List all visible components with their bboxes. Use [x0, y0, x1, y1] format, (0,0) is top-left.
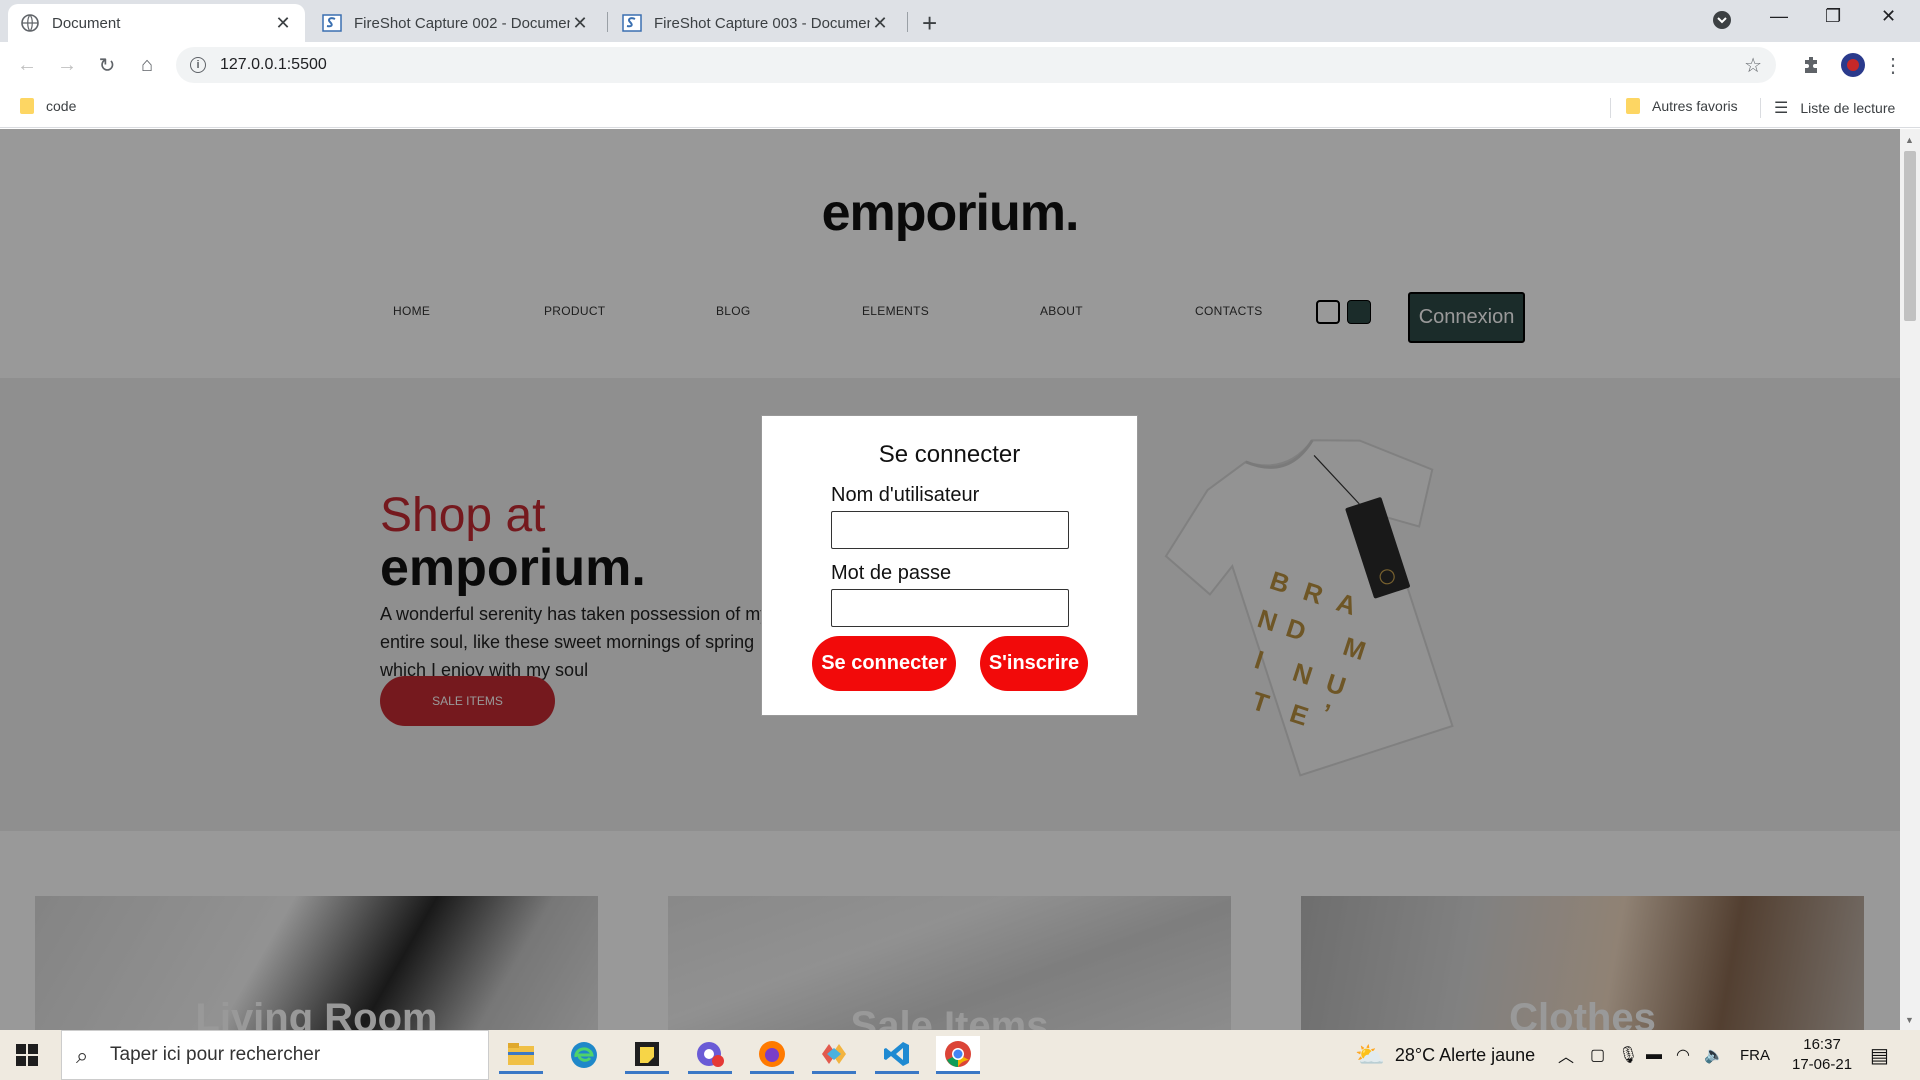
- taskbar-search-placeholder: Taper ici pour rechercher: [110, 1044, 321, 1065]
- language-indicator[interactable]: FRA: [1740, 1030, 1770, 1080]
- browser-tab-bar: Document ✕ FireShot Capture 002 - Docume…: [0, 0, 1920, 42]
- page-scrollbar[interactable]: ▲ ▼: [1900, 129, 1920, 1030]
- bookmark-label: Liste de lecture: [1800, 100, 1896, 116]
- bookmark-divider: [1760, 98, 1761, 118]
- page-viewport: emporium. HOME PRODUCT BLOG ELEMENTS ABO…: [0, 129, 1900, 1030]
- url-text: 127.0.0.1:5500: [220, 56, 327, 73]
- menu-kebab-icon[interactable]: ⋮: [1878, 50, 1908, 80]
- tab-separator: [607, 12, 608, 32]
- sticky-notes-icon[interactable]: [625, 1036, 669, 1074]
- meet-now-icon[interactable]: ▢: [1590, 1030, 1605, 1080]
- address-bar[interactable]: i 127.0.0.1:5500 ☆: [176, 47, 1776, 83]
- browser-toolbar: ← → ↻ ⌂ i 127.0.0.1:5500 ☆ ⋮: [0, 42, 1920, 88]
- close-window-icon[interactable]: ✕: [1881, 6, 1896, 27]
- tab-fireshot-003[interactable]: FireShot Capture 003 - Documen ✕: [610, 4, 902, 42]
- reading-list-icon: ☰: [1774, 100, 1789, 117]
- chat-app-icon[interactable]: [688, 1036, 732, 1074]
- password-input[interactable]: [831, 589, 1069, 627]
- microphone-icon[interactable]: 🎙: [1618, 1030, 1638, 1080]
- tab-fireshot-002[interactable]: FireShot Capture 002 - Documen ✕: [310, 4, 602, 42]
- tab-title: Document: [52, 14, 121, 32]
- chrome-icon[interactable]: [936, 1036, 980, 1074]
- scrollbar-thumb[interactable]: [1904, 151, 1916, 321]
- tab-search-icon[interactable]: [1712, 10, 1732, 35]
- windows-start-icon[interactable]: [16, 1044, 38, 1066]
- tab-document[interactable]: Document ✕: [8, 4, 305, 42]
- fireshot-icon: [322, 13, 342, 33]
- modal-title: Se connecter: [878, 441, 1021, 468]
- weather-text: 28°C Alerte jaune: [1394, 1044, 1536, 1065]
- tab-title: FireShot Capture 002 - Documen: [354, 14, 570, 32]
- forward-icon[interactable]: →: [52, 50, 82, 80]
- bookmark-star-icon[interactable]: ☆: [1744, 53, 1762, 78]
- gitkraken-icon[interactable]: [812, 1036, 856, 1074]
- clock[interactable]: 16:37 17-06-21: [1792, 1035, 1852, 1075]
- username-input[interactable]: [831, 511, 1069, 549]
- extensions-icon[interactable]: [1796, 50, 1826, 80]
- scroll-down-arrow-icon[interactable]: ▼: [1905, 1015, 1914, 1025]
- tab-separator: [907, 12, 908, 32]
- firefox-icon[interactable]: [750, 1036, 794, 1074]
- clock-time: 16:37: [1803, 1036, 1841, 1053]
- volume-icon[interactable]: 🔈: [1704, 1030, 1724, 1080]
- login-modal: Se connecter Nom d'utilisateur Mot de pa…: [761, 415, 1138, 716]
- profile-avatar[interactable]: [1838, 50, 1868, 80]
- show-hidden-icons-icon[interactable]: ︿: [1558, 1030, 1574, 1080]
- folder-icon: [20, 98, 34, 114]
- fireshot-icon: [622, 13, 642, 33]
- back-icon[interactable]: ←: [12, 50, 42, 80]
- bookmarks-bar: code Autres favoris ☰ Liste de lecture: [0, 88, 1920, 128]
- minimize-icon[interactable]: —: [1770, 6, 1788, 27]
- clock-date: 17-06-21: [1792, 1056, 1853, 1073]
- windows-taskbar: ⌕ Taper ici pour rechercher ⛅ 28°C Alert…: [0, 1030, 1920, 1080]
- info-icon[interactable]: i: [190, 57, 206, 73]
- bookmark-label: Autres favoris: [1652, 98, 1738, 114]
- wifi-icon[interactable]: ◠: [1676, 1030, 1690, 1080]
- password-label: Mot de passe: [831, 562, 952, 584]
- new-tab-icon[interactable]: +: [922, 8, 937, 39]
- battery-icon[interactable]: ▬: [1646, 1030, 1662, 1080]
- close-tab-icon[interactable]: ✕: [570, 13, 590, 34]
- weather-icon: ⛅: [1355, 1041, 1385, 1069]
- reload-icon[interactable]: ↻: [92, 50, 122, 80]
- weather-widget[interactable]: ⛅ 28°C Alerte jaune: [1355, 1030, 1535, 1080]
- scroll-up-arrow-icon[interactable]: ▲: [1905, 135, 1914, 145]
- home-icon[interactable]: ⌂: [132, 50, 162, 80]
- restore-icon[interactable]: ❐: [1825, 6, 1841, 27]
- reading-list[interactable]: ☰ Liste de lecture: [1774, 98, 1895, 118]
- close-tab-icon[interactable]: ✕: [273, 13, 293, 34]
- bookmark-folder-code[interactable]: code: [20, 98, 76, 114]
- signup-button[interactable]: S'inscrire: [980, 636, 1088, 691]
- taskbar-search-box[interactable]: ⌕ Taper ici pour rechercher: [61, 1030, 489, 1080]
- bookmark-label: code: [46, 98, 77, 114]
- folder-icon: [1626, 98, 1640, 114]
- search-icon: ⌕: [76, 1043, 89, 1068]
- tab-title: FireShot Capture 003 - Documen: [654, 14, 870, 32]
- notifications-icon[interactable]: ▤: [1870, 1030, 1889, 1080]
- bookmark-folder-other[interactable]: Autres favoris: [1626, 98, 1738, 114]
- username-label: Nom d'utilisateur: [831, 484, 980, 506]
- close-tab-icon[interactable]: ✕: [870, 13, 890, 34]
- file-explorer-icon[interactable]: [499, 1036, 543, 1074]
- globe-icon: [20, 13, 40, 33]
- bookmark-divider: [1610, 98, 1611, 118]
- edge-icon[interactable]: [562, 1036, 606, 1074]
- vscode-icon[interactable]: [875, 1036, 919, 1074]
- login-submit-button[interactable]: Se connecter: [812, 636, 956, 691]
